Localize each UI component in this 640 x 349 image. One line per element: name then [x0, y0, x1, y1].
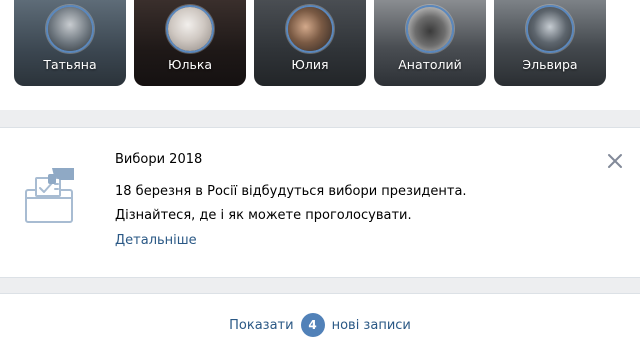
ballot-box-icon: [22, 164, 80, 226]
notice-title: Вибори 2018: [115, 152, 203, 167]
story-avatar: [166, 5, 214, 53]
stories-bar: Татьяна Юлька Юлия Анатолий Эльвира: [0, 0, 640, 110]
close-icon[interactable]: [604, 150, 626, 172]
show-new-posts-label: Показати 4 нові записи: [229, 313, 411, 337]
story-name: Эльвира: [522, 57, 578, 72]
notice-text-line: Дізнайтеся, де і як можете проголосувати…: [115, 208, 412, 223]
story-avatar: [46, 5, 94, 53]
show-new-posts-button[interactable]: Показати 4 нові записи: [0, 293, 640, 349]
story-name: Татьяна: [43, 57, 97, 72]
story-name: Юлия: [291, 57, 329, 72]
story-name: Юлька: [167, 57, 213, 72]
elections-notice-card: Вибори 2018 18 березня в Росії відбудуть…: [0, 127, 640, 278]
story-avatar: [406, 5, 454, 53]
story-avatar: [286, 5, 334, 53]
story-tile[interactable]: Анатолий: [374, 0, 486, 86]
story-tile[interactable]: Юлия: [254, 0, 366, 86]
notice-text-line: 18 березня в Росії відбудуться вибори пр…: [115, 184, 467, 199]
show-new-suffix: нові записи: [331, 317, 411, 333]
show-new-prefix: Показати: [229, 317, 294, 333]
notice-text: 18 березня в Росії відбудуться вибори пр…: [115, 180, 555, 228]
story-tile[interactable]: Эльвира: [494, 0, 606, 86]
new-posts-count-badge: 4: [300, 313, 325, 337]
story-tile[interactable]: Татьяна: [14, 0, 126, 86]
story-tile[interactable]: Юлька: [134, 0, 246, 86]
details-link[interactable]: Детальніше: [115, 233, 197, 248]
story-avatar: [526, 5, 574, 53]
story-name: Анатолий: [398, 57, 462, 72]
